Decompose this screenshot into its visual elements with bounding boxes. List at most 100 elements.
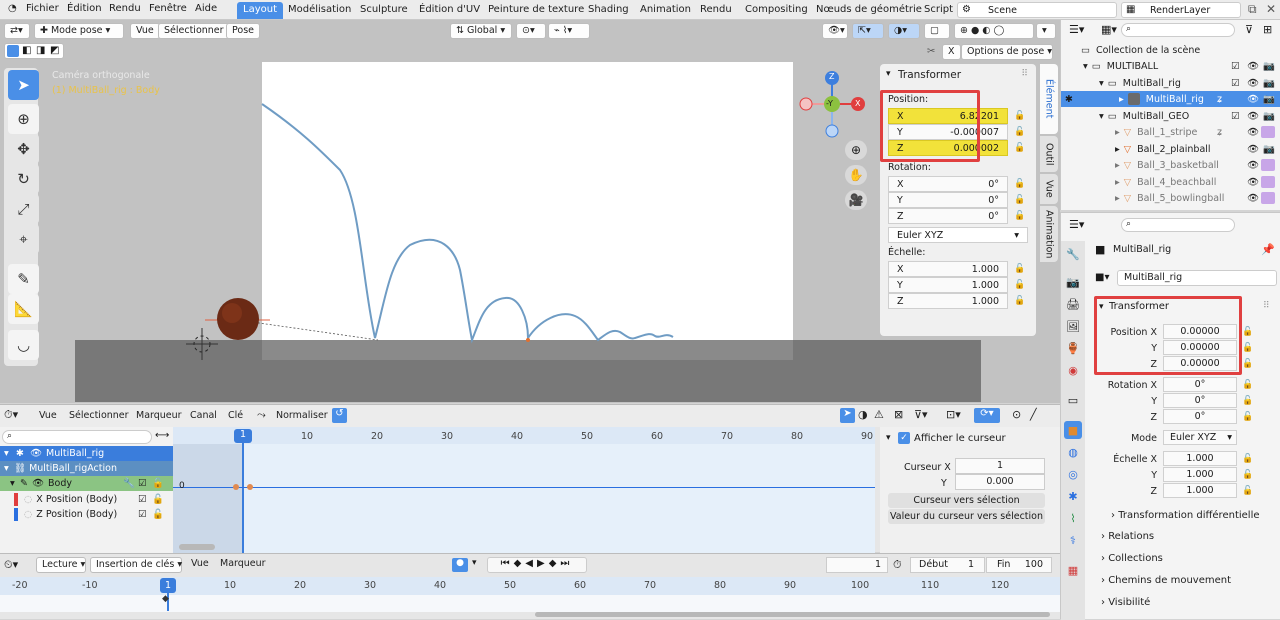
horizontal-scrollbar[interactable] <box>179 544 215 550</box>
bone-tab-icon[interactable]: ⚕ <box>1064 531 1082 549</box>
lock-icon[interactable]: 🔓 <box>1014 211 1025 221</box>
timeline-track[interactable] <box>0 595 1060 612</box>
menu-view[interactable]: Vue <box>39 410 57 421</box>
menu-render[interactable]: Rendu <box>109 3 141 14</box>
constraint-tab-icon[interactable]: ✱ <box>1064 487 1082 505</box>
rotation-y-field[interactable]: Y 0° <box>888 192 1008 208</box>
lock-icon[interactable]: 🔓 <box>1014 195 1025 205</box>
channel-row-action[interactable]: ▾ ⛓ MultiBall_rigAction <box>0 461 173 476</box>
stopwatch-icon[interactable]: ⏱ <box>893 558 902 572</box>
menu-marker[interactable]: Marqueur <box>215 557 271 573</box>
display-mode-icon[interactable]: ▦▾ <box>1101 23 1117 36</box>
normalize-toggle[interactable]: Normaliser <box>276 410 328 421</box>
properties-search-input[interactable]: ⌕ <box>1121 218 1235 232</box>
lock-icon[interactable]: 🔓 <box>1242 486 1253 496</box>
menu-channel[interactable]: Canal <box>190 410 217 421</box>
channel-row-group[interactable]: ▾ ✎ 👁 Body 🔧 ☑ 🔓 <box>0 476 173 491</box>
timeline-editor[interactable]: ⏲▾ Lecture ▾ Insertion de clés ▾ Vue Mar… <box>0 553 1060 619</box>
visibility-section[interactable]: › Visibilité <box>1101 597 1150 608</box>
auto-normalize-icon[interactable]: ↺ <box>332 408 347 423</box>
gizmo-z-label[interactable]: Z <box>829 72 834 81</box>
lock-icon[interactable]: 🔓 <box>1014 179 1025 189</box>
object-type-icon[interactable]: ■▾ <box>1095 272 1109 283</box>
view-layer-tab-icon[interactable]: 🖼 <box>1064 317 1082 335</box>
rotation-z-field[interactable]: Z 0° <box>888 208 1008 224</box>
scene-selector[interactable]: ⚙ Scene <box>957 2 1117 18</box>
properties-editor[interactable]: ☰▾ ⌕ ■ MultiBall_rig 📌 ■▾ MultiBall_rig … <box>1060 212 1280 620</box>
motion-paths-section[interactable]: › Chemins de mouvement <box>1101 575 1231 586</box>
outliner-row-rig-armature[interactable]: ✱ ▸ MultiBall_rig ʑ 👁 📷 <box>1061 91 1280 107</box>
lock-icon[interactable]: 🔓 <box>1014 264 1025 274</box>
show-hidden-icon[interactable]: ◑ <box>858 408 868 421</box>
action-editor[interactable]: ⏱▾ Vue Sélectionner Marqueur Canal Clé ⤳… <box>0 404 1060 553</box>
tab-tool[interactable]: Outil <box>1040 136 1058 172</box>
outliner-row-ball-3[interactable]: ▸ ▽ Ball_3_basketball 👁 <box>1061 157 1280 173</box>
world-tab-icon[interactable]: ◉ <box>1064 361 1082 379</box>
new-collection-icon[interactable]: ⊞ <box>1263 23 1272 36</box>
editor-type-icon[interactable]: ☰▾ <box>1069 218 1084 231</box>
cursor-value-to-selection-button[interactable]: Valeur du curseur vers sélection <box>888 509 1045 524</box>
keyframe-point[interactable] <box>247 484 253 490</box>
lock-icon[interactable]: 🔓 <box>1014 143 1025 153</box>
only-selected-icon[interactable]: ➤ <box>840 408 855 423</box>
object-tab-icon[interactable]: ■ <box>1064 421 1082 439</box>
layer-copy-icon[interactable]: ⧉ <box>1248 2 1257 17</box>
swap-icon[interactable]: ⟷ <box>155 430 169 441</box>
drag-handle-icon[interactable]: ⠿ <box>1263 301 1270 311</box>
outliner-row-scene-collection[interactable]: ▭ Collection de la scène <box>1061 42 1280 58</box>
timeline-ruler[interactable] <box>0 577 1060 595</box>
tab-sculpting[interactable]: Sculpture <box>354 2 414 19</box>
lock-icon[interactable]: 🔓 <box>1014 127 1025 137</box>
frame-start-field[interactable]: Début 1 <box>910 557 985 573</box>
current-frame-indicator[interactable]: 1 <box>234 429 252 443</box>
snap-toggle[interactable]: ⟳▾ <box>974 408 1000 423</box>
frame-ruler[interactable] <box>173 427 875 444</box>
clock-icon[interactable]: ⏲▾ <box>4 558 18 572</box>
rotation-x-field[interactable]: X 0° <box>888 176 1008 192</box>
zoom-icon[interactable]: ⊕ <box>845 140 867 160</box>
show-cursor-checkbox[interactable]: ✓ <box>898 432 910 444</box>
channel-row-object[interactable]: ▾ ✱ 👁 MultiBall_rig <box>0 446 173 461</box>
outliner-search-input[interactable]: ⌕ <box>1121 23 1235 37</box>
cursor-y-field[interactable]: 0.000 <box>955 474 1045 490</box>
relations-section[interactable]: › Relations <box>1101 531 1154 542</box>
rotation-y-field[interactable]: 0° <box>1163 393 1237 408</box>
lock-icon[interactable]: 🔓 <box>1242 380 1253 390</box>
frame-end-field[interactable]: Fin 100 <box>986 557 1052 573</box>
normalize-icon[interactable]: ⤳ <box>257 408 266 422</box>
rotation-mode-dropdown[interactable]: Euler XYZ ▾ <box>1163 430 1237 445</box>
tab-texture-paint[interactable]: Peinture de texture <box>482 2 590 19</box>
lock-icon[interactable]: 🔓 <box>1242 412 1253 422</box>
outliner-row-ball-4[interactable]: ▸ ▽ Ball_4_beachball 👁 <box>1061 174 1280 190</box>
output-tab-icon[interactable]: 🖨 <box>1064 295 1082 313</box>
tab-item[interactable]: Élément <box>1040 64 1058 134</box>
filter-icon[interactable]: ⊠ <box>894 408 903 421</box>
lock-icon[interactable]: 🔓 <box>1242 359 1253 369</box>
outliner-row-multiball[interactable]: ▾ ▭ MULTIBALL ☑ 👁 📷 <box>1061 58 1280 74</box>
menu-edit[interactable]: Édition <box>67 3 102 14</box>
tab-modeling[interactable]: Modélisation <box>282 2 357 19</box>
scale-z-field[interactable]: 1.000 <box>1163 483 1237 498</box>
blender-logo-icon[interactable]: ◔ <box>8 3 17 14</box>
3d-viewport[interactable]: ⇄▾ ✚ Mode pose ▾ Vue Sélectionner Pose ⇅… <box>0 20 1060 403</box>
keying-dropdown[interactable]: Insertion de clés ▾ <box>90 557 182 573</box>
drag-handle-icon[interactable]: ⠿ <box>1021 69 1028 79</box>
lock-icon[interactable]: 🔓 <box>1242 454 1253 464</box>
scale-x-field[interactable]: 1.000 <box>1163 451 1237 466</box>
close-icon[interactable]: ✕ <box>1266 2 1276 16</box>
errors-only-icon[interactable]: ⚠ <box>874 408 884 421</box>
tab-shading[interactable]: Shading <box>582 2 635 19</box>
pan-hand-icon[interactable]: ✋ <box>845 165 867 185</box>
channel-row-x-location[interactable]: ◌ X Position (Body) ☑ 🔓 <box>0 492 173 507</box>
lock-icon[interactable]: 🔓 <box>1014 111 1025 121</box>
playback-dropdown[interactable]: Lecture ▾ <box>36 557 86 573</box>
outliner-row-ball-1[interactable]: ▸ ▽ Ball_1_stripe ʑ 👁 <box>1061 124 1280 140</box>
tab-geometry-nodes[interactable]: Nœuds de géométrie <box>810 2 928 19</box>
delta-transform-section[interactable]: › Transformation différentielle <box>1111 510 1260 521</box>
tab-uv-editing[interactable]: Édition d'UV <box>413 2 486 19</box>
lock-icon[interactable]: 🔓 <box>1242 327 1253 337</box>
collections-section[interactable]: › Collections <box>1101 553 1163 564</box>
texture-tab-icon[interactable]: ▦ <box>1064 561 1082 579</box>
auto-key-icon[interactable]: ● <box>452 558 468 572</box>
gizmo-x-label[interactable]: X <box>855 99 860 108</box>
